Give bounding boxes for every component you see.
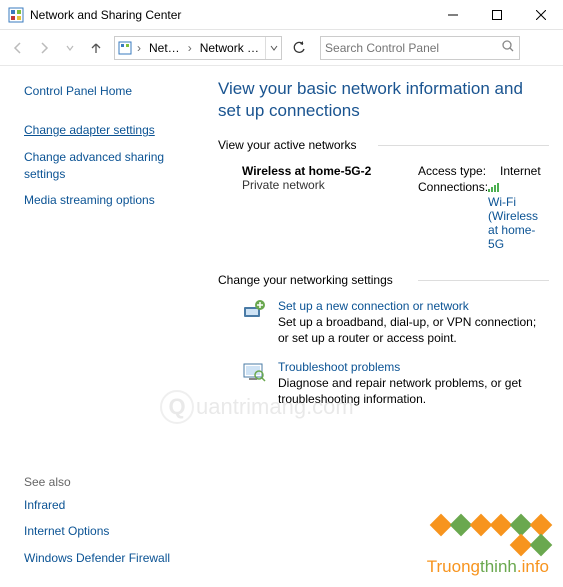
sidebar-link-media-streaming[interactable]: Media streaming options [24,192,204,209]
seealso-link-internet-options[interactable]: Internet Options [24,523,204,540]
search-box[interactable] [320,36,520,60]
breadcrumb-segment-1[interactable]: Net… [143,41,186,55]
refresh-button[interactable] [286,36,312,60]
window-title: Network and Sharing Center [30,8,431,22]
window-titlebar: Network and Sharing Center [0,0,563,30]
recent-dropdown[interactable] [58,36,82,60]
setup-connection-icon [242,299,266,323]
main-panel: View your basic network information and … [218,66,563,587]
navigation-bar: › Net… › Network … [0,30,563,66]
see-also-header: See also [24,475,204,489]
troubleshoot-desc: Diagnose and repair network problems, or… [278,376,545,407]
search-icon[interactable] [501,39,515,56]
seealso-link-infrared[interactable]: Infrared [24,497,204,514]
connection-link[interactable]: Wi-Fi (Wireless at home-5G [488,195,550,251]
maximize-button[interactable] [475,0,519,30]
content-area: Control Panel Home Change adapter settin… [0,66,563,587]
active-network-row: Wireless at home-5G-2 Private network Ac… [218,164,553,253]
back-button[interactable] [6,36,30,60]
sidebar-link-adapter-settings[interactable]: Change adapter settings [24,122,204,139]
access-type-value: Internet [500,164,541,178]
control-panel-home-link[interactable]: Control Panel Home [24,84,204,98]
active-networks-header: View your active networks [218,138,553,152]
access-type-label: Access type: [418,164,500,178]
setup-connection-title: Set up a new connection or network [278,299,545,313]
setup-connection-desc: Set up a broadband, dial-up, or VPN conn… [278,315,545,346]
breadcrumb-icon [115,41,135,55]
troubleshoot-title: Troubleshoot problems [278,360,545,374]
forward-button[interactable] [32,36,56,60]
setup-connection-item[interactable]: Set up a new connection or network Set u… [218,299,553,346]
page-heading: View your basic network information and … [218,78,553,122]
search-input[interactable] [325,41,501,55]
breadcrumb[interactable]: › Net… › Network … [114,36,282,60]
sidebar: Control Panel Home Change adapter settin… [0,66,218,587]
connections-label: Connections: [418,180,488,251]
breadcrumb-segment-2[interactable]: Network … [194,41,265,55]
chevron-right-icon[interactable]: › [135,41,143,55]
sidebar-link-advanced-sharing[interactable]: Change advanced sharing settings [24,149,204,183]
up-button[interactable] [84,36,108,60]
troubleshoot-icon [242,360,266,384]
chevron-right-icon[interactable]: › [186,41,194,55]
breadcrumb-dropdown[interactable] [265,37,281,59]
network-name: Wireless at home-5G-2 [242,164,418,178]
close-button[interactable] [519,0,563,30]
wifi-signal-icon [488,181,500,195]
seealso-link-defender-firewall[interactable]: Windows Defender Firewall [24,550,204,567]
network-type: Private network [242,178,418,192]
troubleshoot-item[interactable]: Troubleshoot problems Diagnose and repai… [218,360,553,407]
app-icon [8,7,24,23]
change-settings-header: Change your networking settings [218,273,553,287]
minimize-button[interactable] [431,0,475,30]
